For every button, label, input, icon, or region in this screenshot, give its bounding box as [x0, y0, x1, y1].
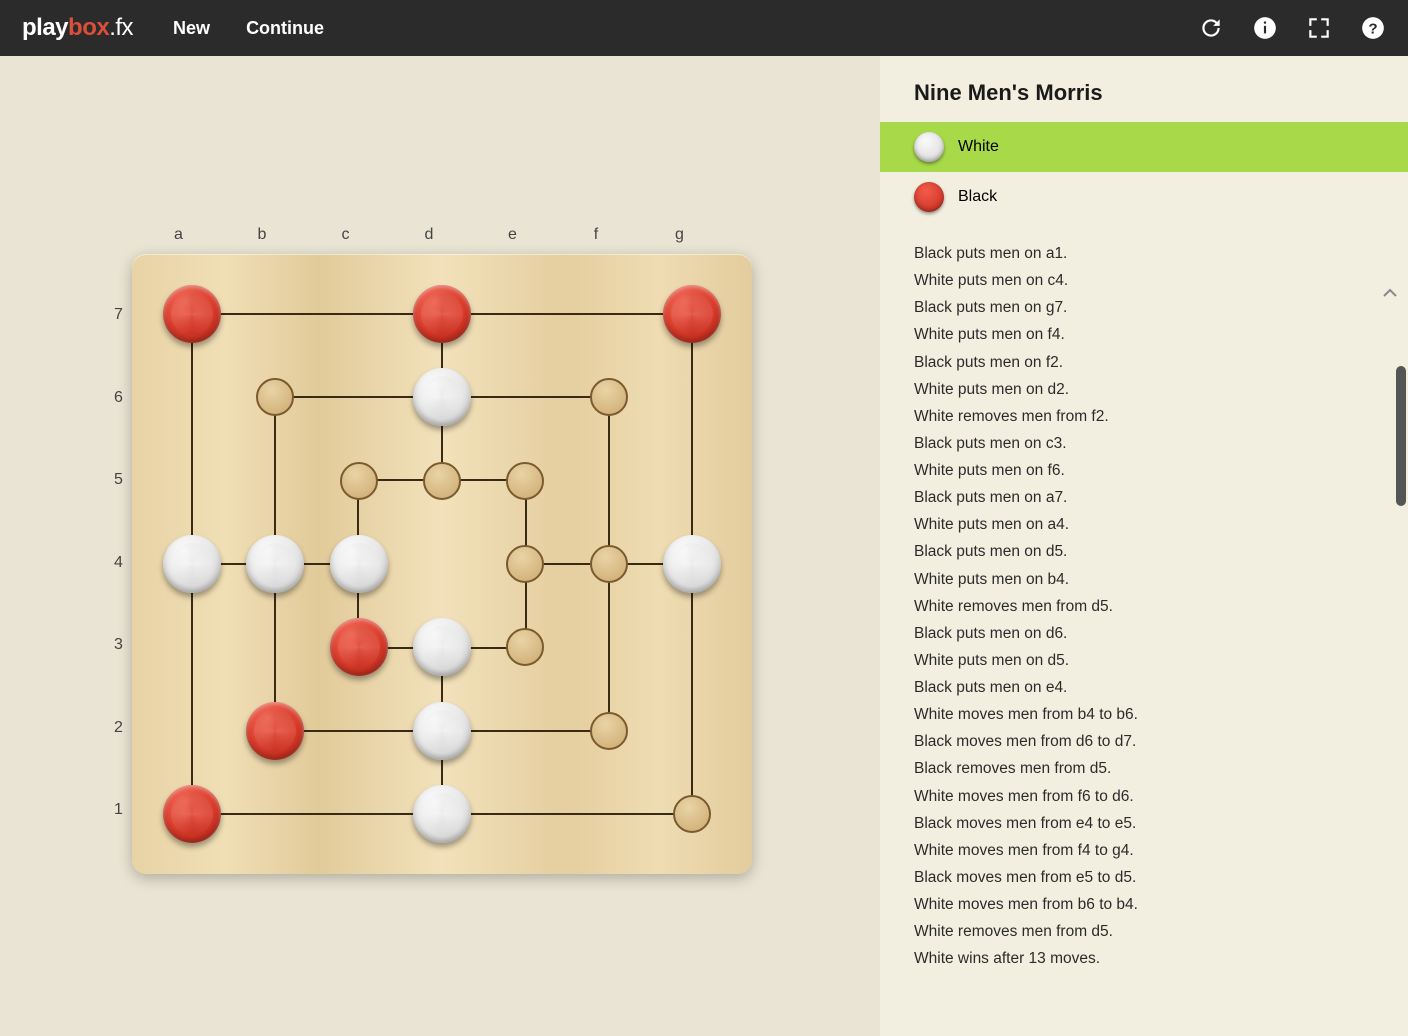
log-entry: White removes men from d5.: [914, 593, 1374, 620]
row-labels: 7 6 5 4 3 2 1: [114, 306, 123, 817]
player-black-row[interactable]: Black: [880, 172, 1408, 222]
row-label-1: 1: [114, 801, 123, 817]
col-label-e: e: [505, 226, 520, 244]
log-entry: Black puts men on a1.: [914, 240, 1374, 267]
red-piece-b2[interactable]: [246, 702, 304, 760]
logo-play: play: [22, 14, 68, 41]
log-entry: White moves men from f6 to d6.: [914, 783, 1374, 810]
log-entry: White puts men on f6.: [914, 457, 1374, 484]
log-entry: Black moves men from e4 to e5.: [914, 810, 1374, 837]
log-entry: Black puts men on e4.: [914, 674, 1374, 701]
nav-continue[interactable]: Continue: [246, 18, 324, 39]
white-piece-b4[interactable]: [246, 535, 304, 593]
col-label-a: a: [171, 226, 186, 244]
row-label-7: 7: [114, 306, 123, 322]
log-entry: Black puts men on c3.: [914, 430, 1374, 457]
point-f6[interactable]: [590, 378, 628, 416]
log-entry: White puts men on f4.: [914, 321, 1374, 348]
point-e4[interactable]: [506, 545, 544, 583]
col-label-f: f: [589, 226, 604, 244]
log-entry: White moves men from b6 to b4.: [914, 891, 1374, 918]
player-white-row[interactable]: White: [880, 122, 1408, 172]
col-label-b: b: [255, 226, 270, 244]
red-piece-c3[interactable]: [330, 618, 388, 676]
log-entry: White puts men on d2.: [914, 376, 1374, 403]
point-b6[interactable]: [256, 378, 294, 416]
logo-fx: .fx: [109, 14, 133, 41]
nav-menu: New Continue: [173, 18, 324, 39]
log-entry: Black puts men on d6.: [914, 620, 1374, 647]
point-f4[interactable]: [590, 545, 628, 583]
player-black-label: Black: [958, 188, 997, 206]
nav-new[interactable]: New: [173, 18, 210, 39]
row-label-5: 5: [114, 471, 123, 487]
row-label-6: 6: [114, 389, 123, 405]
red-piece-d7[interactable]: [413, 285, 471, 343]
log-entry: White moves men from f4 to g4.: [914, 837, 1374, 864]
chevron-up-icon[interactable]: [1382, 288, 1398, 298]
help-icon[interactable]: ?: [1360, 15, 1386, 41]
log-entry: White puts men on b4.: [914, 566, 1374, 593]
red-piece-a1[interactable]: [163, 785, 221, 843]
red-piece-g7[interactable]: [663, 285, 721, 343]
point-e3[interactable]: [506, 628, 544, 666]
game-title: Nine Men's Morris: [880, 80, 1408, 122]
refresh-icon[interactable]: [1198, 15, 1224, 41]
col-label-d: d: [422, 226, 437, 244]
app-header: playbox.fx New Continue ?: [0, 0, 1408, 56]
white-piece-d3[interactable]: [413, 618, 471, 676]
player-white-label: White: [958, 138, 999, 156]
game-board: [132, 254, 752, 874]
logo-box: box: [68, 14, 109, 41]
row-label-2: 2: [114, 719, 123, 735]
log-entry: White puts men on a4.: [914, 511, 1374, 538]
app-logo: playbox.fx: [22, 14, 133, 42]
log-entry: White removes men from d5.: [914, 918, 1374, 945]
log-entry: White puts men on d5.: [914, 647, 1374, 674]
red-piece-a7[interactable]: [163, 285, 221, 343]
log-entry: White puts men on c4.: [914, 267, 1374, 294]
white-piece-a4[interactable]: [163, 535, 221, 593]
board-area: a b c d e f g 7 6 5 4 3 2 1: [0, 56, 880, 1036]
col-label-c: c: [338, 226, 353, 244]
scrollbar-thumb[interactable]: [1396, 366, 1406, 506]
log-entry: Black puts men on f2.: [914, 349, 1374, 376]
point-f2[interactable]: [590, 712, 628, 750]
log-entry: White removes men from f2.: [914, 403, 1374, 430]
point-c5[interactable]: [340, 462, 378, 500]
row-label-4: 4: [114, 554, 123, 570]
log-entry: White moves men from b4 to b6.: [914, 701, 1374, 728]
white-piece-c4[interactable]: [330, 535, 388, 593]
point-g1[interactable]: [673, 795, 711, 833]
column-labels: a b c d e f g: [171, 226, 687, 244]
black-piece-icon: [914, 182, 944, 212]
log-entry: Black removes men from d5.: [914, 755, 1374, 782]
fullscreen-icon[interactable]: [1306, 15, 1332, 41]
col-label-g: g: [672, 226, 687, 244]
white-piece-d2[interactable]: [413, 702, 471, 760]
log-entry: Black puts men on a7.: [914, 484, 1374, 511]
white-piece-icon: [914, 132, 944, 162]
svg-text:?: ?: [1368, 20, 1377, 37]
log-entry: Black puts men on d5.: [914, 538, 1374, 565]
sidebar: Nine Men's Morris White Black Black puts…: [880, 56, 1408, 1036]
white-piece-g4[interactable]: [663, 535, 721, 593]
header-icon-group: ?: [1198, 15, 1386, 41]
row-label-3: 3: [114, 636, 123, 652]
move-log: Black puts men on a1.White puts men on c…: [880, 222, 1408, 992]
info-icon[interactable]: [1252, 15, 1278, 41]
log-entry: Black moves men from d6 to d7.: [914, 728, 1374, 755]
log-entry: White wins after 13 moves.: [914, 945, 1374, 972]
point-e5[interactable]: [506, 462, 544, 500]
white-piece-d1[interactable]: [413, 785, 471, 843]
log-entry: Black moves men from e5 to d5.: [914, 864, 1374, 891]
board-lines: [132, 254, 752, 874]
point-d5[interactable]: [423, 462, 461, 500]
white-piece-d6[interactable]: [413, 368, 471, 426]
log-entry: Black puts men on g7.: [914, 294, 1374, 321]
